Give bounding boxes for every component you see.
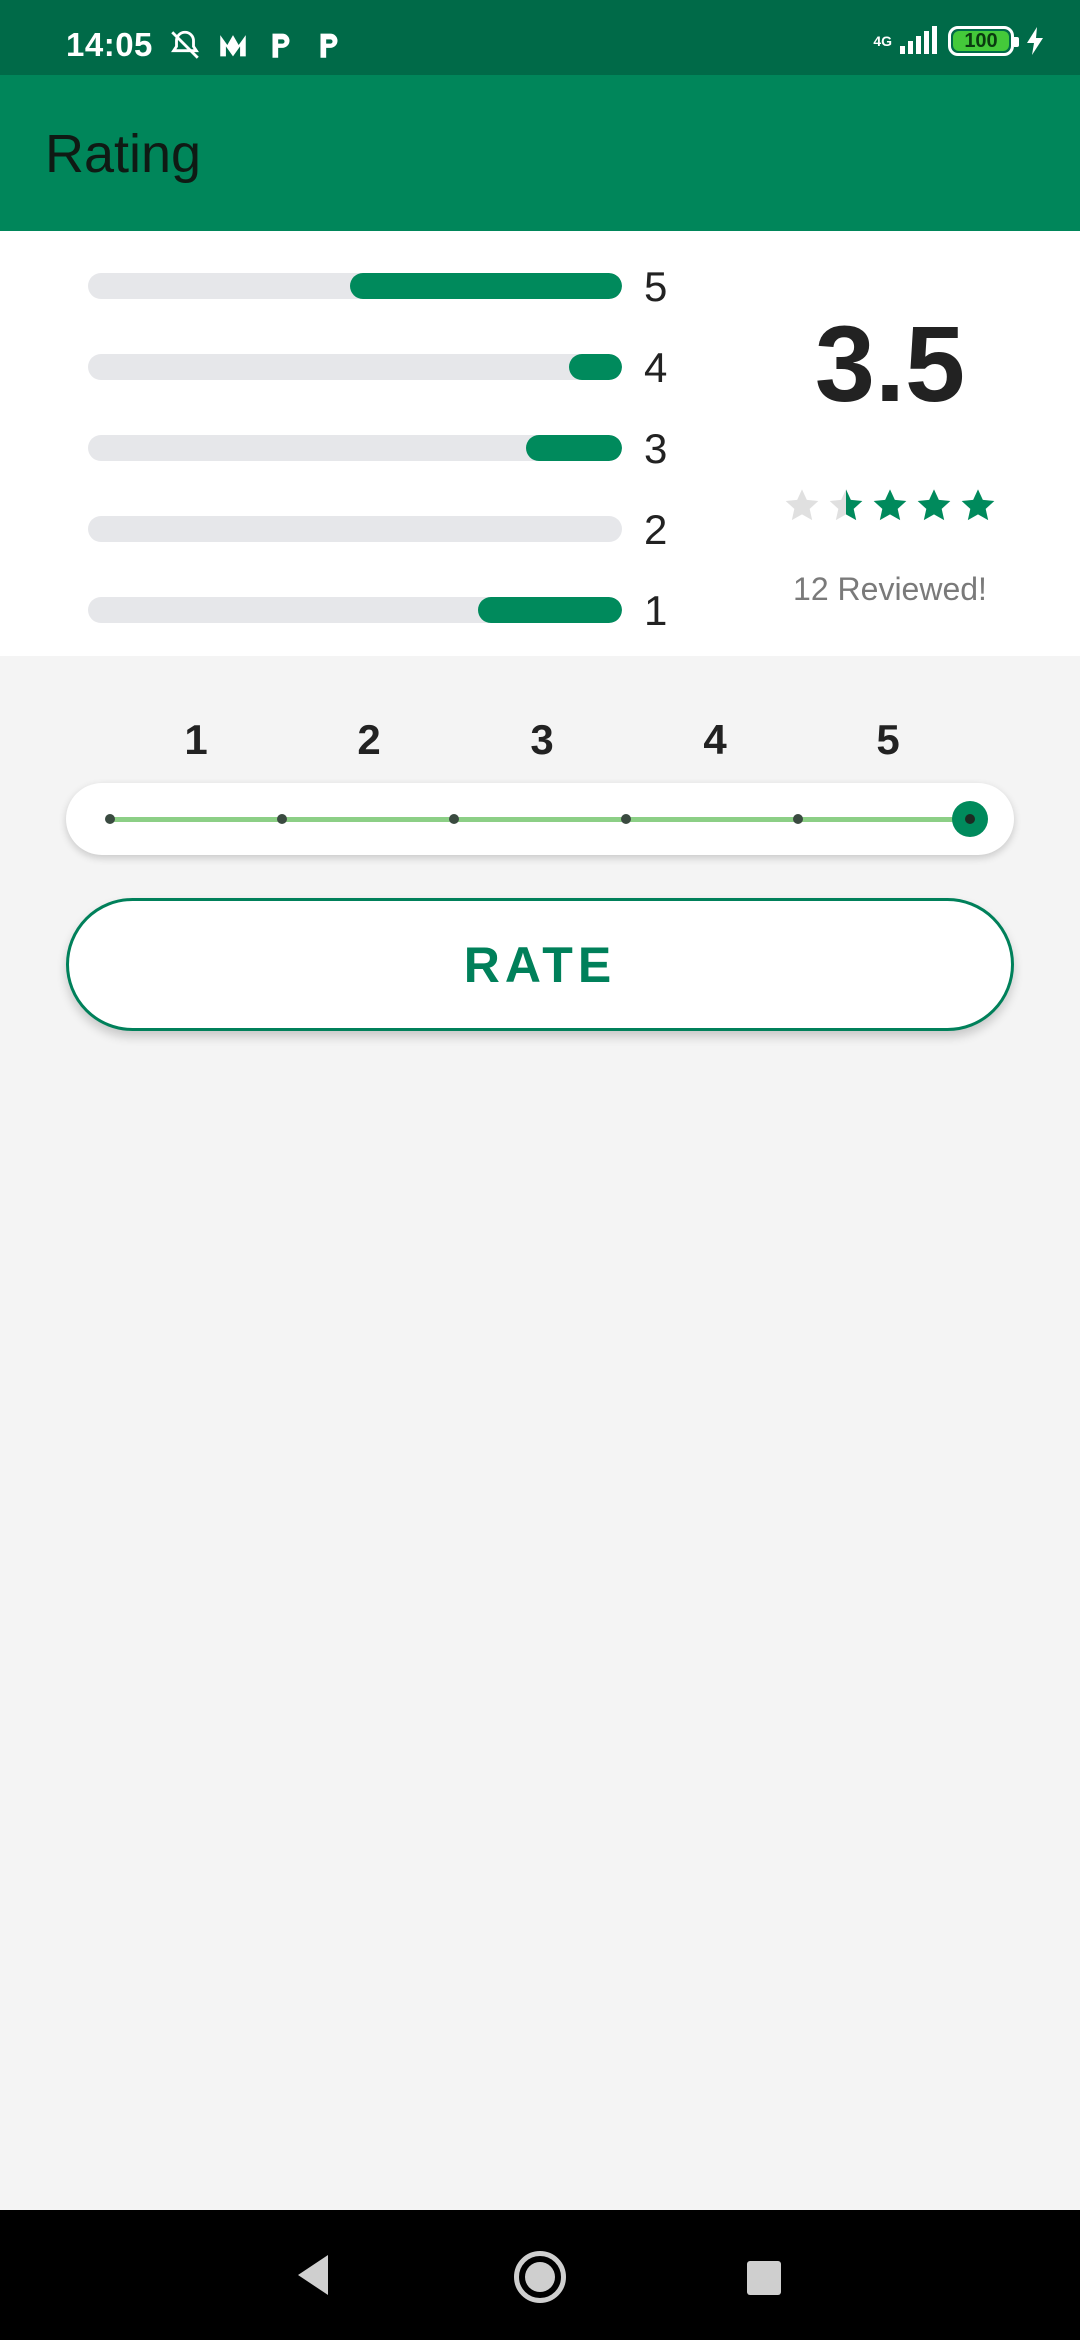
mute-alarm-icon (171, 30, 199, 59)
status-system-icons: 4G 100 (873, 26, 1046, 56)
rating-summary: 5 4 3 2 1 3.5 12 Reviewed! (0, 231, 1080, 656)
star-icon (917, 489, 951, 521)
rating-bar-row: 4 (88, 344, 688, 391)
review-count: 12 Reviewed! (793, 571, 987, 607)
rate-button[interactable]: RATE (66, 898, 1014, 1031)
status-time: 14:05 (66, 26, 153, 63)
slider-track (110, 817, 972, 822)
rating-bar-label: 2 (644, 506, 668, 553)
rating-bar-label: 4 (644, 344, 668, 391)
home-icon[interactable] (514, 2251, 566, 2303)
rating-scale-label[interactable]: 3 (512, 716, 572, 764)
rating-scale-label[interactable]: 2 (339, 716, 399, 764)
rating-scale-label[interactable]: 4 (685, 716, 745, 764)
star-icon (785, 489, 819, 521)
rating-bar-fill (350, 273, 622, 299)
rating-bar-row: 2 (88, 506, 688, 553)
rating-bar-label: 1 (644, 587, 668, 634)
battery-level: 100 (964, 29, 998, 52)
rating-scale-labels: 1 2 3 4 5 (0, 716, 1080, 766)
page-title: Rating (45, 124, 202, 184)
average-rating: 3.5 (814, 303, 966, 424)
star-icon (873, 489, 907, 521)
m-app-icon (220, 35, 246, 57)
rating-bar-label: 5 (644, 263, 668, 310)
p-app-icon (320, 33, 338, 58)
p-app-icon (272, 33, 290, 58)
rating-bar-row: 5 (88, 263, 688, 310)
star-rating (782, 486, 998, 526)
back-icon[interactable] (296, 2253, 330, 2297)
rating-bar-fill (526, 435, 622, 461)
battery-icon: 100 (948, 26, 1019, 56)
slider-tick (621, 814, 631, 824)
rating-scale-label[interactable]: 1 (166, 716, 226, 764)
rating-bar-label: 3 (644, 425, 668, 472)
rating-bar-row: 3 (88, 425, 688, 472)
navigation-bar (0, 2210, 1080, 2340)
status-notification-icons (168, 28, 346, 62)
rating-bar-track (88, 273, 622, 299)
rating-bar-track (88, 354, 622, 380)
app-bar: Rating (0, 75, 1080, 231)
rating-slider[interactable] (66, 783, 1014, 855)
slider-tick (449, 814, 459, 824)
status-bar: 14:05 4G 100 (0, 0, 1080, 75)
slider-tick (105, 814, 115, 824)
rating-bar-track (88, 597, 622, 623)
rating-scale-label[interactable]: 5 (858, 716, 918, 764)
slider-tick (277, 814, 287, 824)
rating-bar-row: 1 (88, 587, 688, 634)
signal-icon (900, 26, 937, 54)
rating-bar-track (88, 516, 622, 542)
rating-bar-track (88, 435, 622, 461)
slider-thumb[interactable] (952, 801, 988, 837)
recents-icon[interactable] (747, 2261, 781, 2295)
network-type: 4G (873, 33, 892, 49)
star-icon (829, 489, 863, 521)
rating-bar-fill (478, 597, 622, 623)
star-icon (961, 489, 995, 521)
slider-tick (793, 814, 803, 824)
charging-icon (1027, 27, 1043, 55)
rating-bar-fill (569, 354, 622, 380)
